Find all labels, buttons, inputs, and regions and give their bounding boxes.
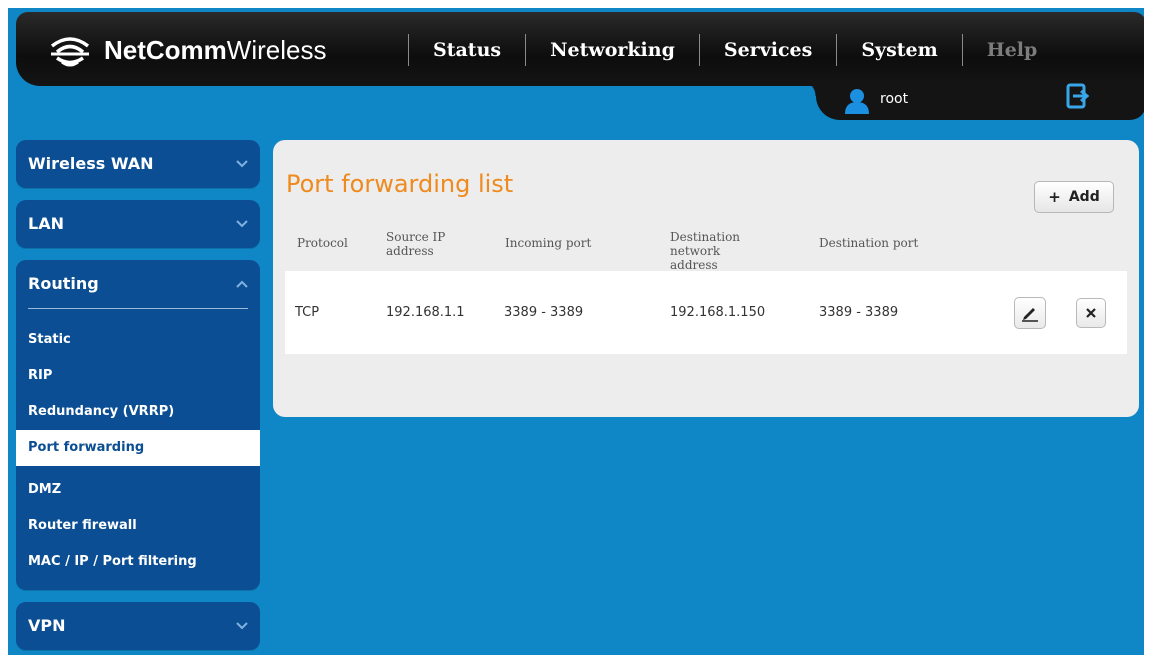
user-bar: root [800, 80, 1144, 120]
sidebar-heading: Wireless WAN [16, 140, 260, 188]
username: root [880, 91, 909, 107]
wifi-logo-icon [50, 37, 90, 67]
cell-protocol: TCP [295, 305, 320, 320]
chevron-up-icon [236, 280, 248, 288]
add-button[interactable]: + Add [1034, 181, 1114, 213]
sidebar-item-router-firewall[interactable]: Router firewall [16, 508, 260, 544]
sidebar-heading-label: Wireless WAN [28, 154, 154, 173]
sidebar-item-mac-ip-port-filtering[interactable]: MAC / IP / Port filtering [16, 544, 260, 580]
column-header-source-ip: Source IP address [386, 230, 446, 258]
cell-incoming-port: 3389 - 3389 [504, 305, 584, 320]
edit-icon [1022, 308, 1038, 322]
sidebar-section-vpn[interactable]: VPN [16, 602, 260, 650]
delete-icon [1086, 308, 1096, 318]
sidebar-heading[interactable]: Routing [16, 260, 260, 308]
sidebar-item-dmz[interactable]: DMZ [16, 472, 260, 508]
chevron-down-icon [236, 160, 248, 168]
page-title: Port forwarding list [286, 170, 514, 198]
delete-button[interactable] [1076, 298, 1106, 328]
brand-logo[interactable]: NetCommWireless [48, 30, 326, 70]
port-forwarding-panel: Port forwarding list + Add Protocol Sour… [273, 140, 1139, 417]
column-header-destination-port: Destination port [819, 236, 919, 250]
sidebar-item-redundancy-vrrp[interactable]: Redundancy (VRRP) [16, 394, 260, 430]
sidebar-section-lan[interactable]: LAN [16, 200, 260, 248]
top-navbar: NetCommWireless Status Networking Servic… [16, 12, 1144, 86]
sidebar-section-routing: Routing Static RIP Redundancy (VRRP) Por… [16, 260, 260, 590]
table-row: TCP 192.168.1.1 3389 - 3389 192.168.1.15… [285, 271, 1127, 354]
nav-help[interactable]: Help [963, 34, 1062, 66]
brand-name: NetCommWireless [104, 34, 327, 65]
column-header-incoming-port: Incoming port [505, 236, 592, 250]
edit-button[interactable] [1014, 297, 1046, 329]
column-header-destination-address: Destination network address [670, 230, 741, 272]
sidebar-heading-label: VPN [28, 616, 66, 635]
sidebar-heading-label: LAN [28, 214, 64, 233]
column-header-protocol: Protocol [297, 236, 348, 250]
user-icon [845, 89, 869, 114]
nav-services[interactable]: Services [700, 34, 836, 66]
sidebar-item-rip[interactable]: RIP [16, 358, 260, 394]
page: NetCommWireless Status Networking Servic… [8, 8, 1144, 655]
sidebar-item-port-forwarding[interactable]: Port forwarding [16, 430, 260, 466]
plus-icon: + [1048, 188, 1061, 206]
logout-icon[interactable] [1066, 83, 1090, 109]
cell-source-ip: 192.168.1.1 [386, 305, 465, 320]
sidebar-heading: LAN [16, 200, 260, 248]
sidebar-item-static[interactable]: Static [16, 322, 260, 358]
cell-destination-port: 3389 - 3389 [819, 305, 899, 320]
cell-destination-address: 192.168.1.150 [670, 305, 766, 320]
sidebar-section-wireless-wan[interactable]: Wireless WAN [16, 140, 260, 188]
sidebar-heading: VPN [16, 602, 260, 650]
nav-status[interactable]: Status [409, 34, 525, 66]
add-button-label: Add [1068, 189, 1100, 205]
chevron-down-icon [236, 622, 248, 630]
main-nav: Status Networking Services System Help [408, 34, 1061, 66]
sidebar-heading-label: Routing [28, 274, 99, 293]
chevron-down-icon [236, 220, 248, 228]
nav-system[interactable]: System [837, 34, 961, 66]
nav-networking[interactable]: Networking [526, 34, 699, 66]
